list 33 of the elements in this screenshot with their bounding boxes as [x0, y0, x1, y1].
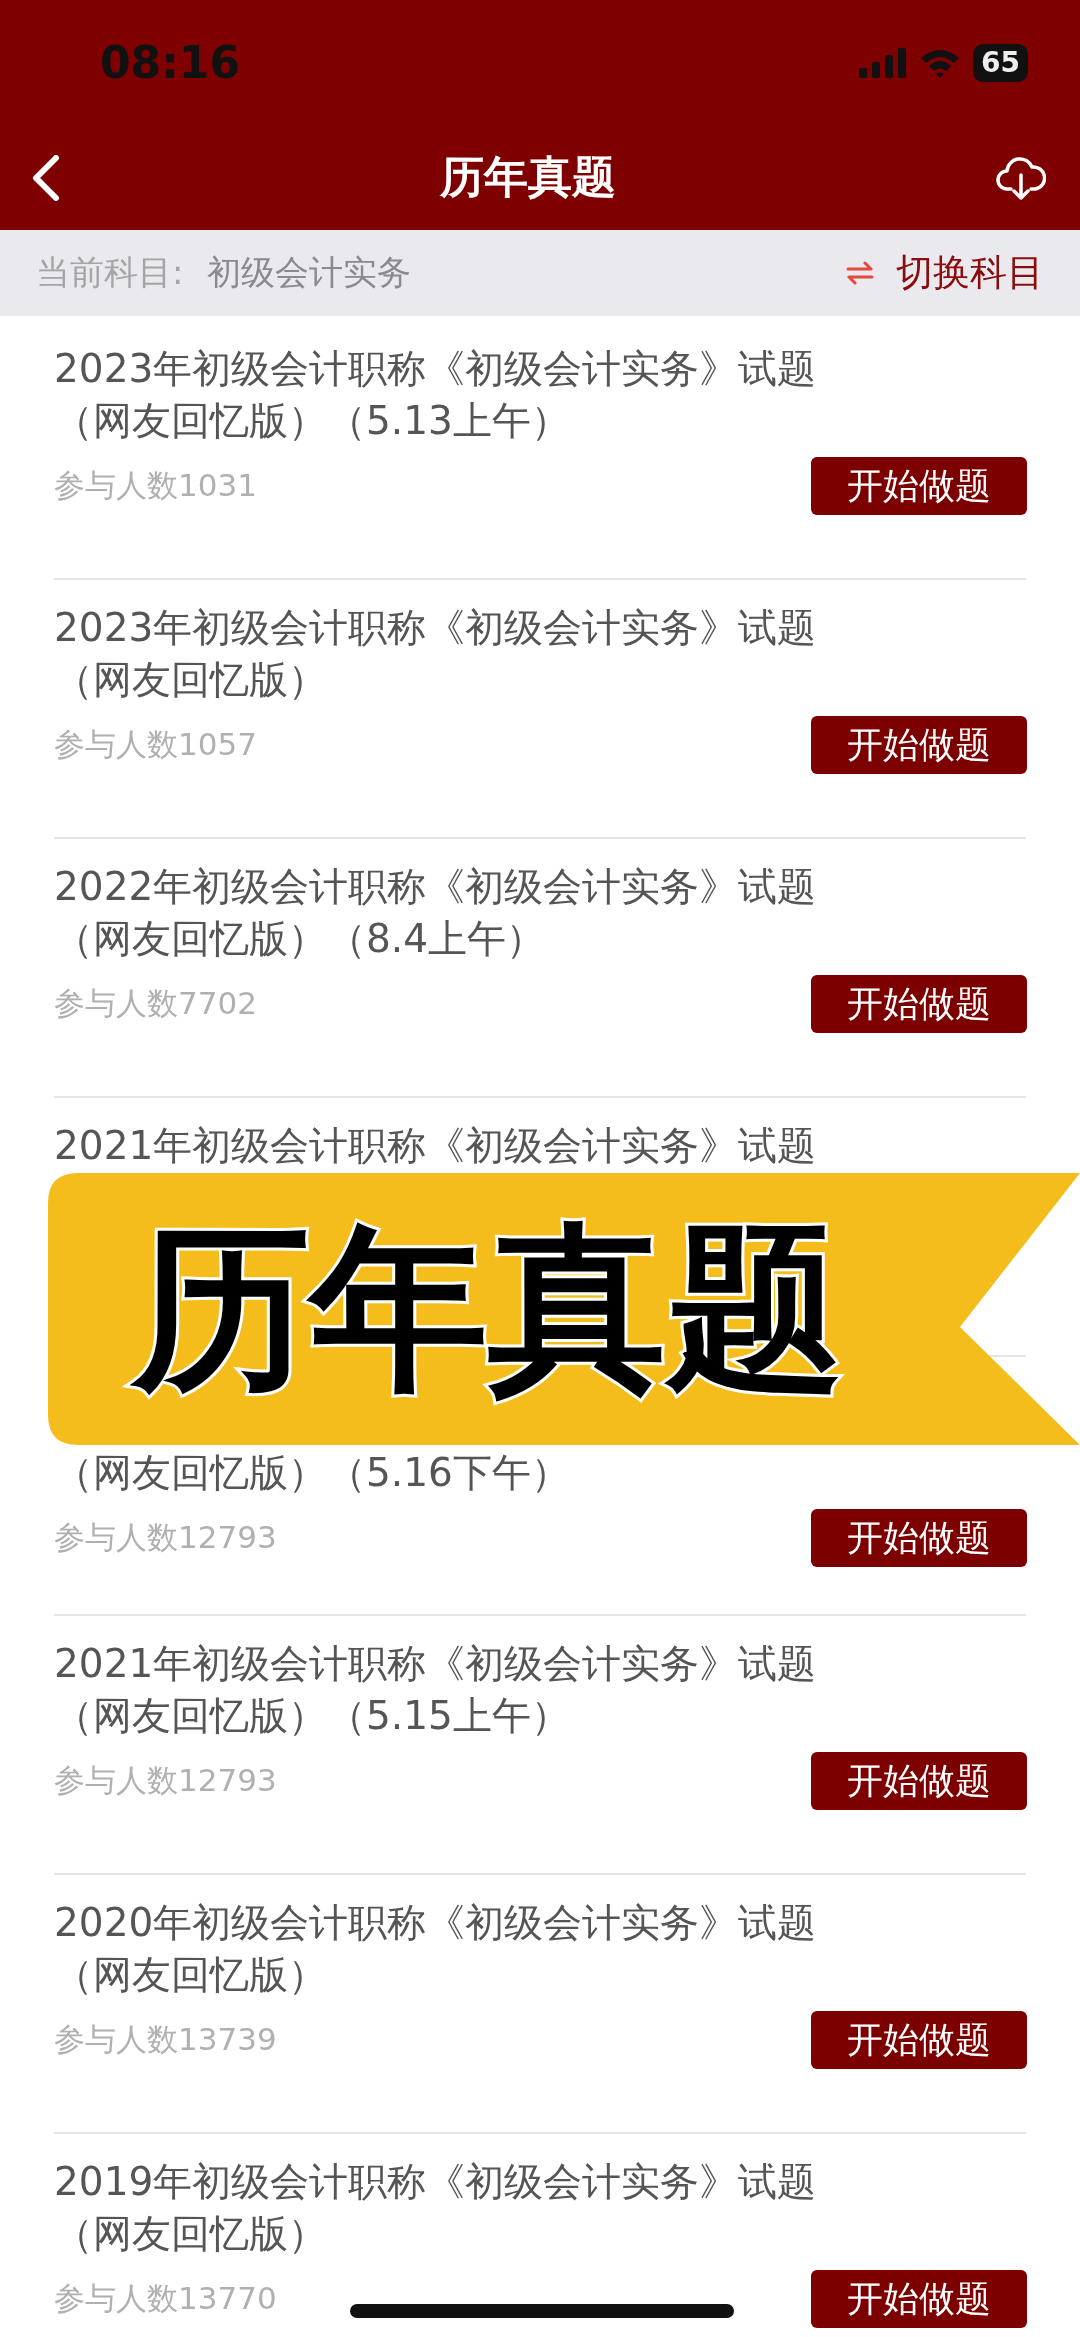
battery-level: 65: [973, 43, 1028, 82]
status-time: 08:16: [100, 37, 241, 88]
signal-icon: [859, 47, 908, 78]
participant-count: 参与人数7702: [54, 984, 257, 1023]
start-quiz-button[interactable]: 开始做题: [811, 457, 1027, 515]
start-quiz-button[interactable]: 开始做题: [811, 716, 1027, 774]
back-icon[interactable]: [30, 154, 60, 201]
cloud-download-icon[interactable]: [996, 154, 1046, 201]
wifi-icon: [919, 47, 962, 78]
exam-title: 2021年初级会计职称《初级会计实务》试题 （网友回忆版）（5.15上午）: [54, 1640, 818, 1740]
exam-title: 2021年初级会计职称《初级会计实务》试题: [54, 1122, 818, 1170]
participant-count: 参与人数1057: [54, 725, 257, 764]
start-quiz-button[interactable]: 开始做题: [811, 2270, 1027, 2328]
page-title: 历年真题: [440, 150, 616, 204]
start-quiz-button[interactable]: 开始做题: [811, 1509, 1027, 1567]
participant-count: 参与人数1031: [54, 466, 257, 505]
subject-name: 初级会计实务: [207, 251, 412, 294]
start-quiz-button[interactable]: 开始做题: [811, 1752, 1027, 1810]
exam-title: 2023年初级会计职称《初级会计实务》试题 （网友回忆版）（5.13上午）: [54, 345, 818, 445]
exam-title: 2022年初级会计职称《初级会计实务》试题 （网友回忆版）（8.4上午）: [54, 863, 818, 963]
switch-subject-link[interactable]: 切换科目: [896, 248, 1044, 298]
exam-title: 2020年初级会计职称《初级会计实务》试题 （网友回忆版）: [54, 1899, 818, 1999]
participant-count: 参与人数12793: [54, 1518, 277, 1557]
exam-title: （网友回忆版）（5.16下午）: [54, 1449, 571, 1497]
start-quiz-button[interactable]: 开始做题: [811, 2011, 1027, 2069]
exam-title: 2023年初级会计职称《初级会计实务》试题 （网友回忆版）: [54, 604, 818, 704]
start-quiz-button[interactable]: 开始做题: [811, 975, 1027, 1033]
participant-count: 参与人数13739: [54, 2020, 277, 2059]
participant-count: 参与人数12793: [54, 1761, 277, 1800]
swap-icon[interactable]: [846, 261, 874, 285]
participant-count: 参与人数13770: [54, 2279, 277, 2318]
exam-title: 2019年初级会计职称《初级会计实务》试题 （网友回忆版）: [54, 2158, 818, 2258]
subject-label: 当前科目:: [36, 251, 184, 294]
